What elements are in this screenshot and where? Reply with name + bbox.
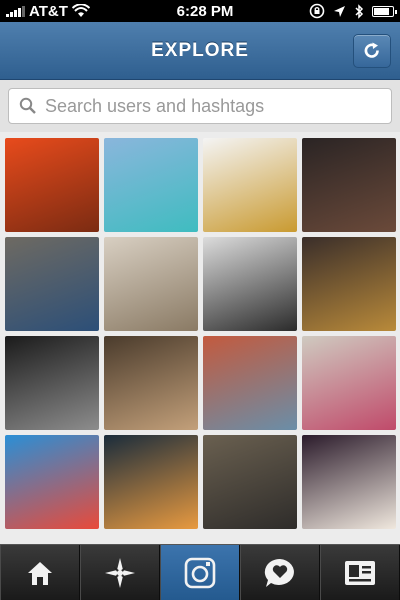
tab-home[interactable] — [0, 545, 80, 600]
photo-beach[interactable] — [104, 138, 198, 232]
tab-bar — [0, 544, 400, 600]
home-icon — [28, 561, 52, 585]
photo-concert[interactable] — [5, 336, 99, 430]
status-time: 6:28 PM — [176, 2, 234, 20]
search-icon — [19, 97, 36, 114]
photo-group-street[interactable] — [104, 336, 198, 430]
tab-activity[interactable] — [240, 545, 320, 600]
signal-icon — [6, 5, 25, 17]
carrier-label: AT&T — [29, 2, 68, 20]
search-bar — [0, 80, 400, 132]
photo-rainbow-cupcakes[interactable] — [5, 435, 99, 529]
photo-group-men[interactable] — [203, 435, 297, 529]
tab-explore[interactable] — [80, 545, 160, 600]
photo-laptop-room[interactable] — [5, 237, 99, 331]
profile-card-icon — [345, 560, 375, 585]
heart-bubble-icon — [264, 558, 294, 587]
tab-profile[interactable] — [320, 545, 400, 600]
search-input[interactable] — [45, 95, 391, 117]
photo-grid — [5, 138, 397, 529]
photo-braid[interactable] — [104, 237, 198, 331]
battery-icon — [372, 5, 397, 17]
refresh-icon — [364, 42, 379, 58]
camera-icon — [184, 557, 216, 588]
refresh-button[interactable] — [353, 34, 391, 68]
compass-icon — [105, 557, 135, 588]
photo-jewelry-phone[interactable] — [203, 138, 297, 232]
photo-cartoon-screen[interactable] — [104, 435, 198, 529]
page-title: EXPLORE — [151, 39, 249, 61]
photo-colorful-buildings[interactable] — [203, 336, 297, 430]
photo-sweet-dreams[interactable] — [302, 435, 396, 529]
photo-gold-dress[interactable] — [302, 237, 396, 331]
rotation-lock-icon — [309, 3, 325, 19]
search-field[interactable] — [8, 88, 392, 124]
bluetooth-icon — [355, 3, 364, 19]
photo-orange-phone-case[interactable] — [5, 138, 99, 232]
photo-woman-street[interactable] — [302, 336, 396, 430]
tab-camera[interactable] — [160, 545, 240, 600]
nav-bar: EXPLORE — [0, 22, 400, 80]
status-bar: AT&T 6:28 PM — [0, 0, 400, 22]
wifi-icon — [71, 4, 90, 17]
photo-woman-portrait[interactable] — [302, 138, 396, 232]
photo-woman-bw[interactable] — [203, 237, 297, 331]
location-icon — [334, 5, 345, 17]
